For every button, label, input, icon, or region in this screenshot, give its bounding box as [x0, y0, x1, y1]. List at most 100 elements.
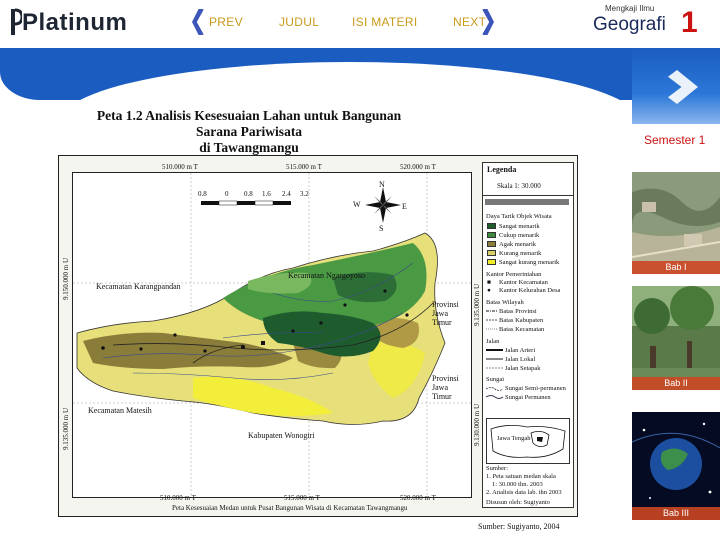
coord-top-1: 510.000 m T — [162, 163, 198, 171]
place-province-1-line1: Provinsi — [432, 300, 459, 309]
place-wonogiri: Kabupaten Wonogiri — [248, 431, 315, 440]
scale-tick-4: 1.6 — [262, 190, 271, 198]
nav-title-link[interactable]: JUDUL — [279, 15, 319, 29]
legend-swatch-1 — [487, 223, 496, 229]
space-earth-image — [632, 412, 720, 520]
logo-mark-icon — [11, 8, 22, 35]
place-ngargoyoso: Kecamatan Ngargoyoso — [288, 271, 365, 280]
coord-bottom-3: 520.000 m T — [400, 494, 436, 502]
tagline: Mengkaji Ilmu — [605, 4, 655, 13]
legend-divider — [483, 195, 573, 196]
scale-tick-2: 0 — [225, 190, 229, 198]
compass-rose-icon — [365, 187, 401, 223]
chapter-3-thumb[interactable]: Bab III — [632, 412, 720, 520]
legend-class-3: Agak menarik — [499, 241, 537, 248]
legend-river-lines-icon — [486, 387, 504, 399]
legend-boundary-title: Batas Wilayah — [486, 299, 524, 306]
grade-number: 1 — [681, 6, 698, 39]
coord-left-1: 9.150.000 m U — [62, 258, 70, 300]
legend-author: Disusun oleh: Sugiyanto — [486, 499, 550, 506]
legend-road-lines-icon — [486, 349, 503, 369]
legend-boundary-3: Batas Kecamatan — [499, 326, 545, 333]
map-title: Peta 1.2 Analisis Kesesuaian Lahan untuk… — [84, 108, 414, 156]
legend-class-title: Daya Tarik Objek Wisata — [486, 213, 552, 220]
coord-left-2: 9.135.000 m U — [62, 408, 70, 450]
place-province-1: Provinsi Jawa Timur — [432, 300, 459, 327]
coord-top-2: 515.000 m T — [286, 163, 322, 171]
place-province-1-line2: Jawa — [432, 309, 448, 318]
compass-w-label: W — [353, 200, 361, 209]
compass-e-label: E — [402, 202, 407, 211]
chapter-2-thumb[interactable]: Bab II — [632, 286, 720, 390]
legend-river-2: Sungai Permanen — [505, 394, 551, 401]
legend-topo-image — [485, 199, 569, 205]
place-province-2-line2: Jawa — [432, 383, 448, 392]
subject-title: Geografi — [593, 14, 666, 35]
arrow-decoration-icon — [668, 70, 698, 104]
place-province-2: Provinsi Jawa Timur — [432, 374, 459, 401]
coord-bottom-1: 510.000 m T — [160, 494, 196, 502]
scale-tick-5: 2.4 — [282, 190, 291, 198]
legend-swatch-5 — [487, 259, 496, 265]
slide: Platinum PREV JUDUL ISI MATERI NEXT Meng… — [0, 0, 720, 540]
legend-swatch-3 — [487, 241, 496, 247]
scale-tick-1: 0.8 — [198, 190, 207, 198]
place-karangpandan: Kecamatan Karangpandan — [96, 282, 181, 291]
inset-label: Jawa Tengah — [497, 435, 531, 442]
map-bottom-caption: Peta Kesesuaian Medan untuk Pusat Bangun… — [172, 504, 408, 512]
legend-office-marker-2-icon: ● — [487, 287, 491, 294]
nav-contents-link[interactable]: ISI MATERI — [352, 15, 417, 29]
nav-left-bracket-icon — [192, 9, 204, 35]
compass-s-label: S — [379, 224, 384, 233]
chapter-sidebar: Semester 1 Bab I Bab II Bab III — [632, 48, 720, 540]
nav-next-link[interactable]: NEXT — [453, 15, 486, 29]
chapter-1-thumb[interactable]: Bab I — [632, 172, 720, 274]
top-bar: Platinum PREV JUDUL ISI MATERI NEXT Meng… — [0, 0, 720, 48]
legend-office-2: Kantor Kelurahan Desa — [499, 287, 561, 294]
legend-boundary-lines-icon — [486, 310, 497, 330]
legend-scale: Skala 1: 30.000 — [497, 182, 541, 190]
legend-source-1b: 1: 30.000 thn. 2003 — [492, 481, 543, 488]
legend-sources-title: Sumber: — [486, 465, 509, 472]
coord-right-1: 9.135.000 m U — [473, 284, 481, 326]
map-title-line-2: di Tawangmangu — [199, 140, 299, 155]
place-province-2-line3: Timur — [432, 392, 452, 401]
inset-map: Jawa Tengah — [486, 418, 570, 464]
map-area — [72, 172, 472, 498]
legend-road-title: Jalan — [486, 338, 500, 345]
legend-class-1: Sangat menarik — [499, 223, 540, 230]
scale-tick-6: 3.2 — [300, 190, 309, 198]
chapter-2-label: Bab II — [632, 377, 720, 390]
legend-office-marker-1-icon: ■ — [487, 279, 491, 286]
legend-road-1: Jalan Arteri — [505, 347, 536, 354]
logo-text: Platinum — [22, 9, 128, 36]
legend-river-1: Sungai Semi-permanen — [505, 385, 566, 392]
coord-bottom-2: 515.000 m T — [284, 494, 320, 502]
platinum-logo: Platinum — [8, 6, 127, 38]
scale-tick-3: 0.8 — [244, 190, 253, 198]
nav-prev-link[interactable]: PREV — [209, 15, 243, 29]
legend-class-5: Sangat kurang menarik — [499, 259, 560, 266]
legend-source-1: 1. Peta satuan medan skala — [486, 473, 556, 480]
map-title-line-1: Peta 1.2 Analisis Kesesuaian Lahan untuk… — [96, 108, 402, 139]
forest-photo-image — [632, 286, 720, 390]
legend-river-title: Sungai — [486, 376, 505, 383]
legend-boundary-1: Batas Provinsi — [499, 308, 537, 315]
compass-n-label: N — [379, 180, 385, 189]
legend-title: Legenda — [487, 165, 517, 174]
legend-class-4: Kurang menarik — [499, 250, 542, 257]
map-source: Sumber: Sugiyanto, 2004 — [478, 522, 560, 531]
place-province-1-line3: Timur — [432, 318, 452, 327]
legend-swatch-2 — [487, 232, 496, 238]
legend-road-3: Jalan Setapak — [505, 365, 541, 372]
legend-class-2: Cukup menarik — [499, 232, 540, 239]
land-suitability-map — [73, 173, 471, 497]
chapter-1-label: Bab I — [632, 261, 720, 274]
coord-top-3: 520.000 m T — [400, 163, 436, 171]
legend-road-2: Jalan Lokal — [505, 356, 536, 363]
semester-label: Semester 1 — [644, 133, 706, 147]
legend-office-1: Kantor Kecamatan — [499, 279, 548, 286]
chapter-3-label: Bab III — [632, 507, 720, 520]
coord-right-2: 9.130.000 m U — [473, 404, 481, 446]
scale-bar — [201, 200, 291, 206]
